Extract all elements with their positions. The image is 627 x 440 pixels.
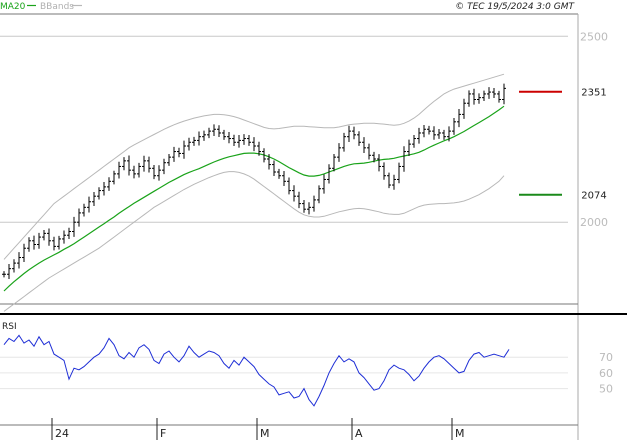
rsi-title: RSI (2, 322, 17, 332)
bb-upper-line (3, 73, 505, 260)
level-label: 2351 (581, 88, 606, 99)
rsi-line (3, 334, 510, 407)
grid-lines (0, 35, 568, 390)
price-tick-label: 2000 (580, 216, 608, 229)
bb-lower-line (3, 171, 505, 312)
month-label: F (160, 427, 166, 440)
bbands-legend: BBands (40, 2, 74, 12)
rsi-panel (3, 334, 510, 407)
stock-chart: 2351 2074 2000 2500 50 60 70 24 F M A M MA20 BBand… (0, 0, 627, 440)
month-label: A (355, 427, 363, 440)
rsi-tick-label: 60 (599, 367, 613, 380)
chart-credit: © TEC 19/5/2024 3:0 GMT (455, 2, 575, 12)
chart-frame (0, 13, 627, 440)
chart-canvas: 2351 2074 2000 2500 50 60 70 24 F M A M MA20 BBand… (0, 2, 627, 440)
price-levels: 2351 2074 (519, 88, 607, 202)
price-bars (2, 83, 506, 279)
month-label: 24 (55, 427, 69, 440)
ma20-legend: MA20 (0, 2, 26, 12)
month-label: M (260, 427, 270, 440)
bollinger-bands (3, 73, 505, 312)
level-label: 2074 (581, 191, 606, 202)
month-label: M (455, 427, 465, 440)
price-tick-label: 2500 (580, 30, 608, 43)
rsi-tick-label: 70 (599, 351, 613, 364)
rsi-tick-label: 50 (599, 383, 613, 396)
